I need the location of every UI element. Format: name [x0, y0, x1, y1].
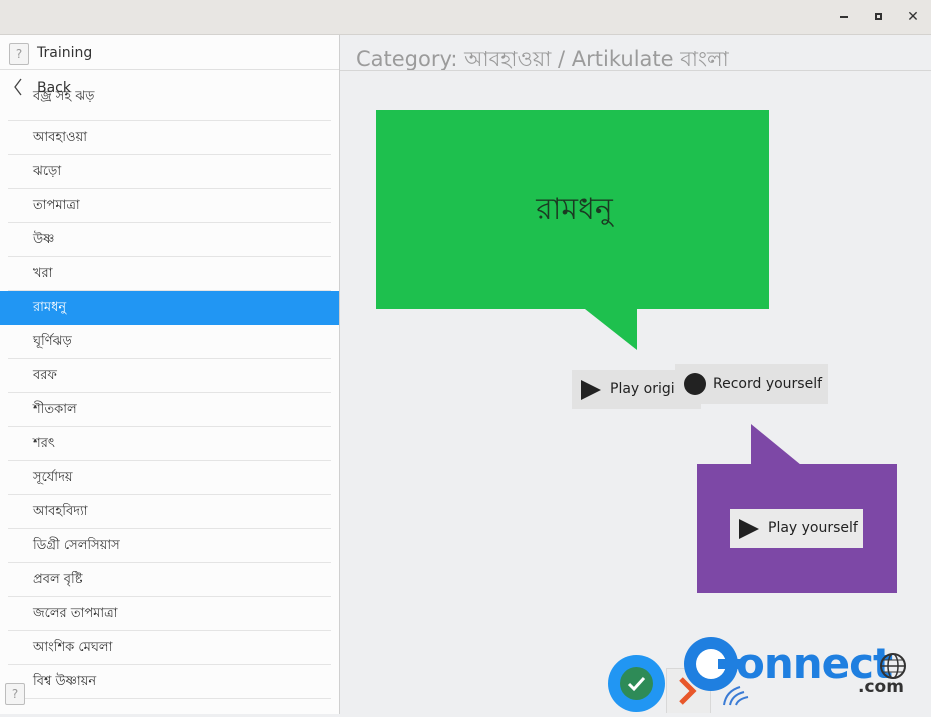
list-item-label: আবহাওয়া — [33, 130, 87, 145]
list-item[interactable]: জলের তাপমাত্রা — [0, 597, 339, 631]
word-list: বজ্র সহ ঝড় আবহাওয়া ঝড়ো তাপমাত্রা উষ্ণ খরা র… — [0, 87, 339, 699]
accept-button[interactable] — [608, 655, 665, 712]
divider — [8, 698, 331, 699]
list-item-label: রামধনু — [33, 300, 67, 315]
list-item[interactable]: আবহাওয়া — [0, 121, 339, 155]
sidebar-header: ? Training — [0, 35, 339, 70]
window-titlebar: ✕ — [0, 0, 931, 35]
play-yourself-button[interactable]: Play yourself — [730, 509, 863, 548]
list-item[interactable]: আবহবিদ্যা — [0, 495, 339, 529]
list-item[interactable]: উষ্ণ — [0, 223, 339, 257]
list-item-label: খরা — [33, 266, 53, 281]
list-item-label: শরৎ — [33, 436, 55, 451]
watermark-suffix: .com — [858, 677, 904, 697]
list-item-label: বিশ্ব উষ্ণায়ন — [33, 674, 97, 689]
list-item[interactable]: ঝড়ো — [0, 155, 339, 189]
list-item-label: বরফ — [33, 368, 57, 383]
close-icon[interactable]: ✕ — [902, 6, 924, 28]
record-label: Record yourself — [713, 376, 823, 392]
list-item-label: ঝড়ো — [33, 164, 62, 179]
checkmark-icon — [620, 667, 653, 700]
list-item[interactable]: ঘূর্ণিঝড় — [0, 325, 339, 359]
list-item[interactable]: তাপমাত্রা — [0, 189, 339, 223]
signal-waves-icon — [723, 686, 749, 706]
list-item-label: শীতকাল — [33, 402, 77, 417]
list-item[interactable]: আংশিক মেঘলা — [0, 631, 339, 665]
list-item-label: উষ্ণ — [33, 232, 55, 247]
record-icon — [684, 373, 706, 395]
list-item-label: আবহবিদ্যা — [33, 504, 88, 519]
record-button[interactable]: Record yourself — [675, 364, 828, 404]
help-icon: ? — [9, 43, 29, 65]
help-icon[interactable]: ? — [5, 683, 25, 705]
list-item[interactable]: বজ্র সহ ঝড় — [0, 87, 339, 121]
play-icon — [581, 380, 601, 400]
list-item[interactable]: রামধনু — [0, 291, 339, 325]
play-yourself-label: Play yourself — [768, 520, 858, 536]
list-item[interactable]: বরফ — [0, 359, 339, 393]
list-item-label: সূর্যোদয় — [33, 470, 73, 485]
maximize-icon[interactable] — [867, 6, 889, 28]
list-item[interactable]: সূর্যোদয় — [0, 461, 339, 495]
category-title: Category: আবহাওয়া / Artikulate বাংলা — [356, 47, 729, 71]
play-icon — [739, 519, 759, 539]
list-item-label: আংশিক মেঘলা — [33, 640, 113, 655]
list-item[interactable]: বিশ্ব উষ্ণায়ন — [0, 665, 339, 699]
list-item-label: তাপমাত্রা — [33, 198, 80, 213]
list-item[interactable]: শীতকাল — [0, 393, 339, 427]
list-item[interactable]: খরা — [0, 257, 339, 291]
watermark-logo: onnect .com — [676, 627, 924, 707]
sidebar: ? Training Back বজ্র সহ ঝড় আবহাওয়া ঝড়ো ত… — [0, 35, 340, 714]
title-divider — [340, 70, 931, 71]
list-item[interactable]: ডিগ্রী সেলসিয়াস — [0, 529, 339, 563]
sidebar-title: Training — [37, 45, 93, 61]
minimize-icon[interactable] — [833, 6, 855, 28]
list-item-label: জলের তাপমাত্রা — [33, 606, 118, 621]
list-item[interactable]: শরৎ — [0, 427, 339, 461]
list-item-label: ডিগ্রী সেলসিয়াস — [33, 538, 120, 553]
original-bubble-tail — [585, 309, 637, 350]
current-word: রামধনু — [536, 192, 613, 227]
list-item-label: বজ্র সহ ঝড় — [33, 89, 95, 104]
list-item-label: প্রবল বৃষ্টি — [33, 572, 83, 587]
list-item[interactable]: প্রবল বৃষ্টি — [0, 563, 339, 597]
list-item-label: ঘূর্ণিঝড় — [33, 334, 72, 349]
user-bubble-tail — [751, 424, 801, 465]
